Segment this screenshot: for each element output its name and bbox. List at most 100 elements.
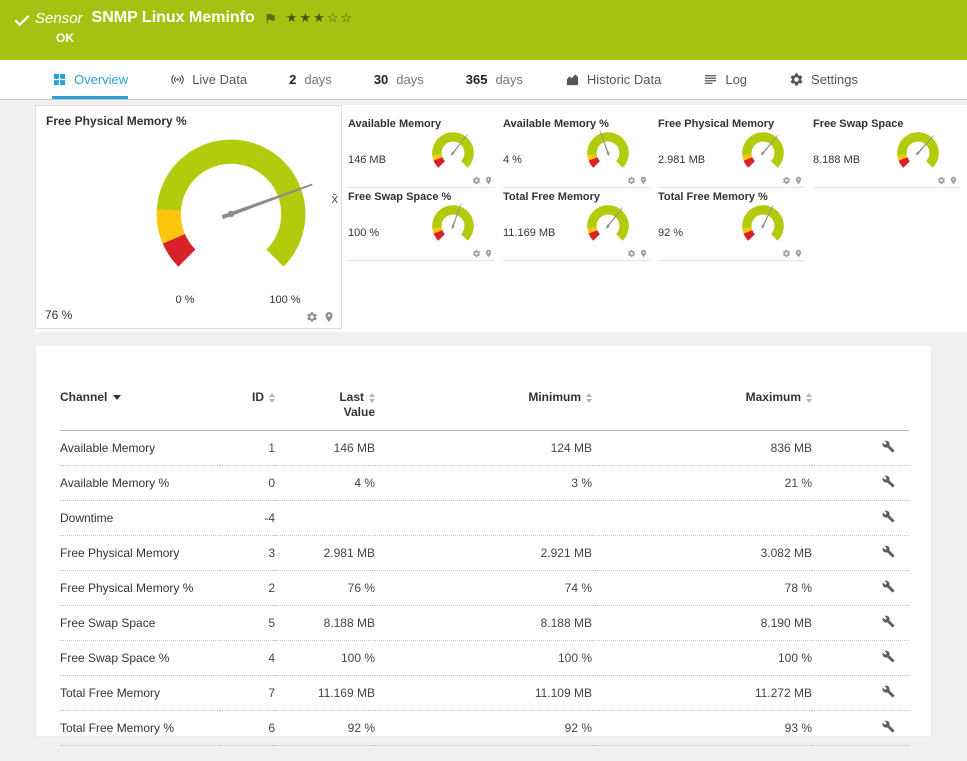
pin-icon[interactable] [639,249,648,258]
channel-settings-icon[interactable] [882,615,895,628]
column-header-minimum[interactable]: Minimum [375,390,592,431]
channel-settings-icon[interactable] [882,650,895,663]
cell-minimum: 3 % [375,465,592,501]
table-header-row: Channel ID Last Value Minimum Maximum [60,390,909,431]
channel-name-link[interactable]: Free Swap Space [60,605,220,641]
cell-minimum: 92 % [375,710,592,746]
cell-last-value: 100 % [275,640,375,676]
column-header-id[interactable]: ID [220,390,275,431]
channel-settings-icon[interactable] [882,510,895,523]
tab-2-days-label: days [304,72,332,87]
cell-last-value: 11.169 MB [275,675,375,711]
table-row: Available Memory % 0 4 % 3 % 21 % [60,465,909,501]
pin-icon[interactable] [484,176,493,185]
channel-settings-icon[interactable] [882,580,895,593]
channel-name-link[interactable]: Free Physical Memory % [60,570,220,606]
table-row: Downtime -4 [60,500,909,536]
priority-flag-icon[interactable] [264,12,277,25]
gear-icon[interactable] [627,249,636,258]
column-header-last-value[interactable]: Last Value [275,390,375,431]
mini-gauge-actions [780,249,803,258]
mini-gauge-value: 8.188 MB [813,154,861,166]
gauge-chart [742,204,784,241]
cell-id: 6 [220,710,275,746]
page-title: SNMP Linux Meminfo [91,9,255,26]
cell-actions [812,640,909,676]
sensor-status-badge: OK [56,31,74,45]
channel-settings-icon[interactable] [882,685,895,698]
channel-settings-icon[interactable] [882,440,895,453]
tab-365-days-number: 365 [465,72,488,87]
pin-icon[interactable] [639,176,648,185]
channel-settings-icon[interactable] [882,475,895,488]
gauge-hub [451,151,455,155]
channel-settings-icon[interactable] [882,720,895,733]
cell-maximum: 8.190 MB [592,605,812,641]
gauge-chart [432,203,474,241]
sort-icon [269,392,275,403]
column-header-maximum[interactable]: Maximum [592,390,812,431]
column-header-label: Maximum [745,390,801,404]
mini-gauge-actions [625,176,648,185]
gear-icon[interactable] [937,176,946,185]
cell-maximum: 11.272 MB [592,675,812,711]
pin-icon[interactable] [794,249,803,258]
column-header-label: Minimum [528,390,581,404]
tab-live-data[interactable]: Live Data [170,60,247,99]
cell-actions [812,605,909,641]
tab-settings-label: Settings [811,72,859,87]
gear-icon[interactable] [782,176,791,185]
tab-historic-data[interactable]: Historic Data [565,60,661,99]
gear-icon[interactable] [306,311,318,323]
pin-icon[interactable] [949,176,958,185]
tab-30-days[interactable]: 30 days [374,60,424,99]
mini-gauge-value: 100 % [348,227,380,239]
channel-name-link[interactable]: Free Swap Space % [60,640,220,676]
historic-data-icon [565,72,580,87]
cell-actions [812,430,909,466]
sort-icon [586,392,592,403]
table-row: Free Swap Space % 4 100 % 100 % 100 % [60,640,909,676]
pin-icon[interactable] [484,249,493,258]
channel-name-link[interactable]: Total Free Memory % [60,710,220,746]
channel-name-link[interactable]: Downtime [60,500,220,536]
tab-365-days-label: days [495,72,523,87]
table-row: Free Physical Memory % 2 76 % 74 % 78 % [60,570,909,606]
tab-365-days[interactable]: 365 days [466,60,523,99]
tab-log[interactable]: Log [703,60,747,99]
tab-bar: Overview Live Data 2 days 30 days 365 da… [0,60,967,100]
column-header-label: ID [252,390,264,404]
channel-sort-dropdown-icon[interactable] [113,395,122,400]
cell-actions [812,500,909,536]
column-header-actions [812,390,909,431]
gauge-hub [916,151,920,155]
cell-id: 2 [220,570,275,606]
channel-name-link[interactable]: Total Free Memory [60,675,220,711]
tab-settings[interactable]: Settings [789,60,858,99]
table-row: Total Free Memory % 6 92 % 92 % 93 % [60,710,909,746]
gauge-scale-max-label: 100 % [269,294,301,306]
gear-icon[interactable] [472,249,481,258]
channel-settings-icon[interactable] [882,545,895,558]
tab-live-data-label: Live Data [192,72,248,87]
channel-name-link[interactable]: Available Memory [60,430,220,466]
tab-2-days[interactable]: 2 days [289,60,332,99]
gear-icon[interactable] [627,176,636,185]
pin-icon[interactable] [323,311,335,323]
channel-name-link[interactable]: Free Physical Memory [60,535,220,571]
tab-overview[interactable]: Overview [52,60,129,99]
cell-id: 3 [220,535,275,571]
gauge-hub [451,224,455,228]
cell-id: -4 [220,500,275,536]
cell-maximum: 93 % [592,710,812,746]
cell-last-value: 4 % [275,465,375,501]
priority-stars-rating[interactable]: ★★★☆☆ [286,10,354,26]
overview-icon [52,72,67,87]
channel-name-link[interactable]: Available Memory % [60,465,220,501]
column-header-channel[interactable]: Channel [60,390,220,431]
gear-icon[interactable] [782,249,791,258]
tab-30-days-number: 30 [373,72,389,87]
gear-icon[interactable] [472,176,481,185]
pin-icon[interactable] [794,176,803,185]
column-header-label: Last [339,390,364,404]
